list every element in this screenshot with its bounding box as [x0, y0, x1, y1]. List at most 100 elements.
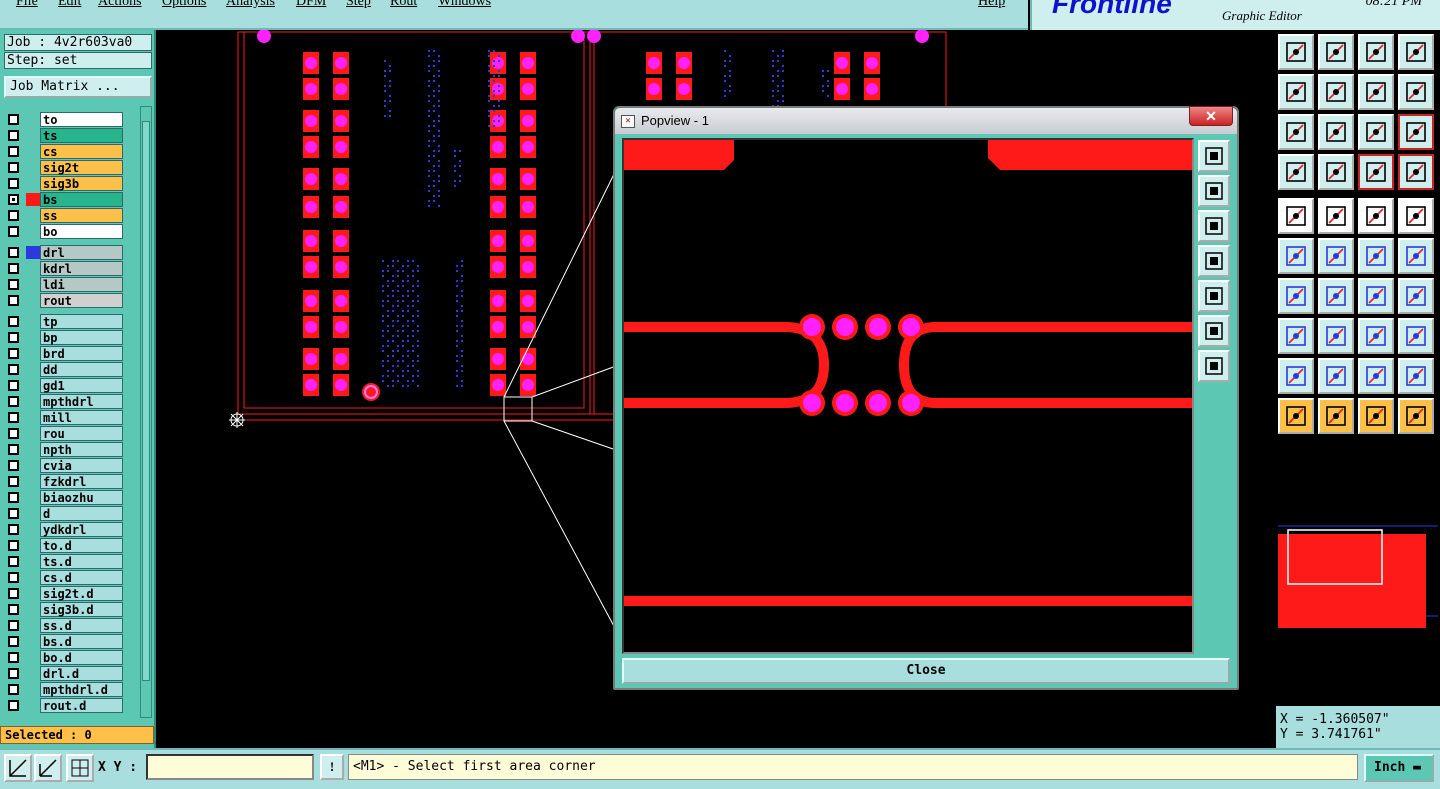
layer-name[interactable]: ts [40, 128, 123, 143]
menu-windows[interactable]: Windows [438, 0, 491, 10]
line-tool[interactable] [1278, 278, 1314, 314]
overview-map[interactable] [1278, 440, 1438, 702]
layer-name[interactable]: bp [40, 330, 123, 345]
layer-checkbox[interactable] [8, 428, 19, 439]
layer-name[interactable]: d [40, 506, 123, 521]
group-tool[interactable] [1398, 318, 1434, 354]
layer-row-ldi[interactable]: ldi [4, 277, 138, 292]
layer-row-mpthdrl[interactable]: mpthdrl [4, 394, 138, 409]
layer-name[interactable]: rou [40, 426, 123, 441]
layer-scrollbar[interactable] [140, 106, 152, 718]
layer-checkbox[interactable] [8, 279, 19, 290]
layer-row-dd[interactable]: dd [4, 362, 138, 377]
snap-tool[interactable] [1278, 154, 1314, 190]
layer-checkbox[interactable] [8, 263, 19, 274]
layer-name[interactable]: ss [40, 208, 123, 223]
layer-checkbox[interactable] [8, 178, 19, 189]
add-feature-tool[interactable] [1278, 318, 1314, 354]
layer-row-biaozhu[interactable]: biaozhu [4, 490, 138, 505]
pointer-tool[interactable] [1278, 398, 1314, 434]
pan-up-button[interactable] [1198, 175, 1230, 207]
pan-right-button[interactable] [1198, 280, 1230, 312]
layer-row-cs-d[interactable]: cs.d [4, 570, 138, 585]
layer-checkbox[interactable] [8, 114, 19, 125]
layer-name[interactable]: ss.d [40, 618, 123, 633]
pointer-select-tool[interactable] [1358, 398, 1394, 434]
move-tool[interactable] [1358, 238, 1394, 274]
layer-row-kdrl[interactable]: kdrl [4, 261, 138, 276]
layer-name[interactable]: bo.d [40, 650, 123, 665]
route-tool[interactable] [1398, 398, 1434, 434]
layer-name[interactable]: cs.d [40, 570, 123, 585]
layer-checkbox[interactable] [8, 508, 19, 519]
pan-down-tool[interactable] [1318, 34, 1354, 70]
layer-row-ydkdrl[interactable]: ydkdrl [4, 522, 138, 537]
slash-tool[interactable] [1318, 278, 1354, 314]
layer-name[interactable]: gd1 [40, 378, 123, 393]
layer-row-bo[interactable]: bo [4, 224, 138, 239]
menu-step[interactable]: Step [346, 0, 371, 10]
layer-row-cs[interactable]: cs [4, 144, 138, 159]
measure-button[interactable] [34, 754, 62, 782]
layer-name[interactable]: bs.d [40, 634, 123, 649]
layer-name[interactable]: fzkdrl [40, 474, 123, 489]
layer-name[interactable]: to.d [40, 538, 123, 553]
layer-name[interactable]: mpthdrl [40, 394, 123, 409]
popview-titlebar[interactable]: ✕ Popview - 1 [615, 108, 1237, 134]
layer-row-brd[interactable]: brd [4, 346, 138, 361]
layer-name[interactable]: ts.d [40, 554, 123, 569]
layer-name[interactable]: cs [40, 144, 123, 159]
zoom-in-button[interactable] [1198, 315, 1230, 347]
layer-checkbox[interactable] [8, 524, 19, 535]
mirror-tool[interactable] [1398, 278, 1434, 314]
layer-checkbox[interactable] [8, 210, 19, 221]
pan-up-tool[interactable] [1278, 34, 1314, 70]
layer-checkbox[interactable] [8, 604, 19, 615]
help-tool[interactable] [1398, 114, 1434, 150]
layer-row-fzkdrl[interactable]: fzkdrl [4, 474, 138, 489]
layer-checkbox[interactable] [8, 460, 19, 471]
layer-checkbox[interactable] [8, 332, 19, 343]
layer-checkbox[interactable] [8, 247, 19, 258]
layer-name[interactable]: rout [40, 293, 123, 308]
layer-row-bs-d[interactable]: bs.d [4, 634, 138, 649]
layer-row-cvia[interactable]: cvia [4, 458, 138, 473]
popview-close-icon[interactable]: ✕ [1189, 106, 1233, 126]
layer-checkbox[interactable] [8, 444, 19, 455]
layer-name[interactable]: sig3b [40, 176, 123, 191]
layer-row-sig2t-d[interactable]: sig2t.d [4, 586, 138, 601]
layer-checkbox[interactable] [8, 226, 19, 237]
pan-left-button[interactable] [1198, 245, 1230, 277]
menu-actions[interactable]: Actions [98, 0, 142, 10]
select-tool[interactable] [1278, 198, 1314, 234]
layer-checkbox[interactable] [8, 348, 19, 359]
layer-name[interactable]: bo [40, 224, 123, 239]
layer-name[interactable]: rout.d [40, 698, 123, 713]
layer-row-rout-d[interactable]: rout.d [4, 698, 138, 713]
layer-row-d[interactable]: d [4, 506, 138, 521]
menu-rout[interactable]: Rout [390, 0, 417, 10]
menu-analysis[interactable]: Analysis [226, 0, 275, 10]
undo-view-tool[interactable] [1358, 74, 1394, 110]
pointer-box-tool[interactable] [1318, 398, 1354, 434]
connect-tool[interactable] [1278, 238, 1314, 274]
layer-name[interactable]: mpthdrl.d [40, 682, 123, 697]
layer-checkbox[interactable] [8, 295, 19, 306]
grid-button[interactable] [66, 754, 94, 782]
delete-tool[interactable] [1318, 238, 1354, 274]
window-tool[interactable] [1398, 34, 1434, 70]
layer-name[interactable]: drl.d [40, 666, 123, 681]
layer-row-ts[interactable]: ts [4, 128, 138, 143]
layer-row-gd1[interactable]: gd1 [4, 378, 138, 393]
layer-checkbox[interactable] [8, 540, 19, 551]
menu-edit[interactable]: Edit [58, 0, 81, 10]
layer-name[interactable]: drl [40, 245, 123, 260]
layer-checkbox[interactable] [8, 194, 19, 205]
netlist-compare-tool[interactable] [1398, 154, 1434, 190]
units-dropdown[interactable]: Inch ▬ [1364, 754, 1434, 782]
arc-tool[interactable] [1318, 358, 1354, 394]
layer-row-sig2t[interactable]: sig2t [4, 160, 138, 175]
home-tool[interactable] [1358, 34, 1394, 70]
layer-checkbox[interactable] [8, 412, 19, 423]
layer-name[interactable]: kdrl [40, 261, 123, 276]
